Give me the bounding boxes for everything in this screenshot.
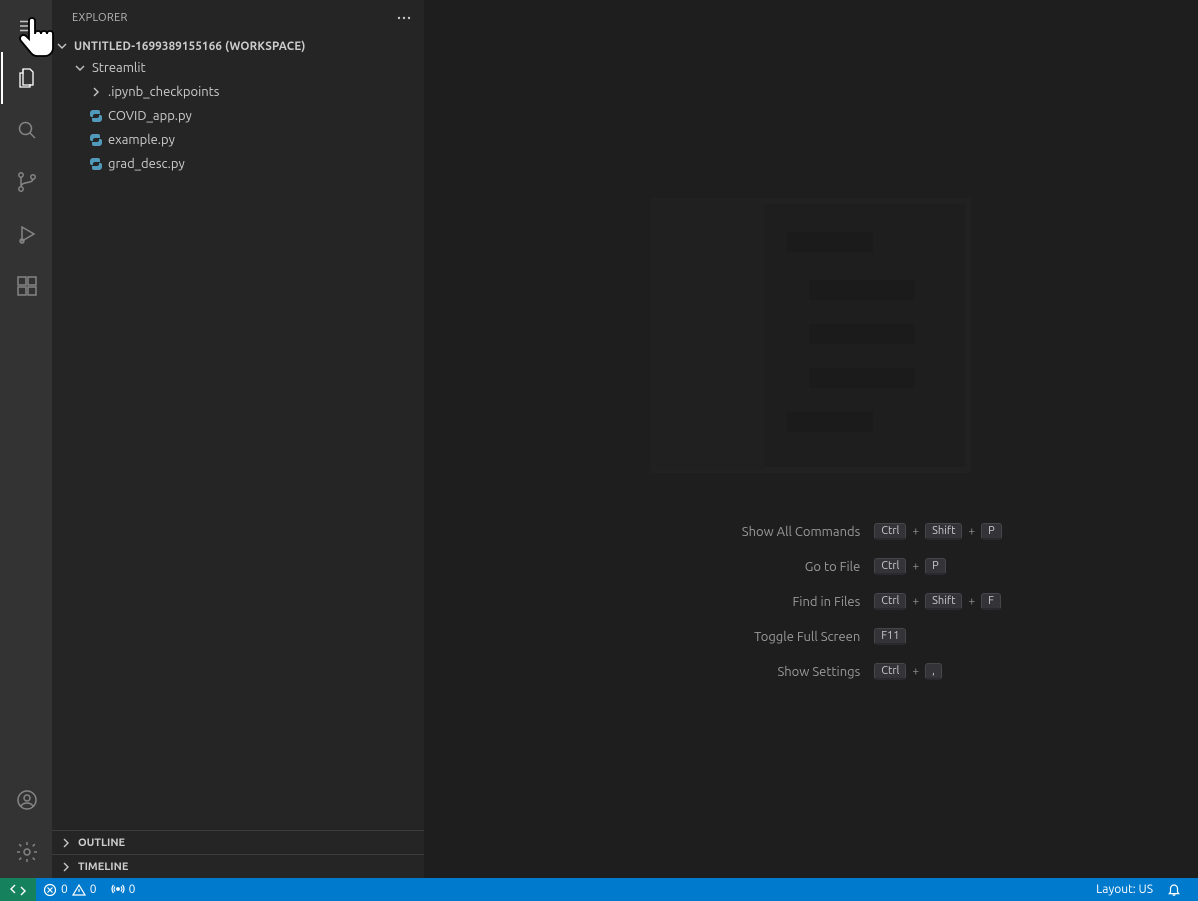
shortcut-keys: F11: [874, 628, 906, 645]
workspace-suffix: (WORKSPACE): [225, 40, 306, 53]
layout-label: Layout: US: [1096, 883, 1153, 896]
error-count: 0: [61, 883, 68, 896]
ports-status[interactable]: 0: [104, 878, 143, 901]
folder-label: Streamlit: [92, 61, 146, 75]
problems-status[interactable]: 0 0: [36, 878, 104, 901]
shortcut-keys: Ctrl+,: [874, 663, 942, 680]
keyboard-layout-status[interactable]: Layout: US: [1089, 883, 1160, 896]
chevron-right-icon: [58, 835, 74, 851]
timeline-label: TIMELINE: [78, 861, 128, 873]
gear-icon: [15, 840, 39, 864]
python-file-icon: [88, 156, 104, 172]
shortcut-row: Find in Files Ctrl+Shift+F: [620, 593, 1002, 610]
branch-icon: [15, 170, 39, 194]
file-row[interactable]: grad_desc.py: [52, 152, 424, 176]
chevron-down-icon: [72, 60, 88, 76]
sidebar-title: EXPLORER: [72, 12, 128, 24]
bell-icon: [1167, 883, 1181, 897]
editor-area: Show All Commands Ctrl+Shift+P Go to File C…: [424, 0, 1198, 878]
keycap: ,: [925, 663, 942, 680]
shortcut-list: Show All Commands Ctrl+Shift+P Go to File C…: [620, 523, 1002, 680]
notifications-button[interactable]: [1160, 883, 1188, 897]
folder-label: .ipynb_checkpoints: [108, 85, 219, 99]
settings-gear-button[interactable]: [1, 826, 53, 878]
shortcut-keys: Ctrl+Shift+F: [874, 593, 1001, 610]
shortcut-keys: Ctrl+P: [874, 558, 945, 575]
shortcut-row: Show All Commands Ctrl+Shift+P: [620, 523, 1002, 540]
keycap: F: [981, 593, 1001, 610]
file-label: grad_desc.py: [108, 157, 185, 171]
shortcut-keys: Ctrl+Shift+P: [874, 523, 1002, 540]
accounts-button[interactable]: [1, 774, 53, 826]
keycap: Ctrl: [874, 523, 906, 540]
shortcut-row: Go to File Ctrl+P: [620, 558, 1002, 575]
remote-icon: [10, 882, 26, 898]
activity-search[interactable]: [1, 104, 53, 156]
keycap: Shift: [925, 523, 962, 540]
shortcut-label: Go to File: [620, 560, 860, 574]
menu-button[interactable]: [1, 0, 53, 52]
remote-indicator[interactable]: [0, 878, 36, 901]
python-file-icon: [88, 132, 104, 148]
file-label: example.py: [108, 133, 175, 147]
radio-tower-icon: [111, 883, 125, 897]
file-row[interactable]: COVID_app.py: [52, 104, 424, 128]
extensions-icon: [15, 274, 39, 298]
error-icon: [43, 883, 57, 897]
activity-bar: [0, 0, 52, 878]
shortcut-label: Find in Files: [620, 595, 860, 609]
folder-row[interactable]: .ipynb_checkpoints: [52, 80, 424, 104]
file-label: COVID_app.py: [108, 109, 192, 123]
file-watermark-icon: [651, 198, 971, 473]
sidebar-header: EXPLORER: [52, 0, 424, 36]
files-icon: [15, 66, 39, 90]
status-bar: 0 0 0 Layout: US: [0, 878, 1198, 901]
keycap: Shift: [925, 593, 962, 610]
account-icon: [15, 788, 39, 812]
hamburger-icon: [18, 17, 36, 35]
shortcut-label: Show All Commands: [620, 525, 860, 539]
explorer-sidebar: EXPLORER UNTITLED-1699389155166 (WORKSPA…: [52, 0, 424, 878]
activity-extensions[interactable]: [1, 260, 53, 312]
activity-source-control[interactable]: [1, 156, 53, 208]
keycap: Ctrl: [874, 593, 906, 610]
warning-icon: [72, 883, 86, 897]
keycap: P: [981, 523, 1002, 540]
activity-explorer[interactable]: [1, 52, 53, 104]
keycap: Ctrl: [874, 558, 906, 575]
debug-icon: [15, 222, 39, 246]
shortcut-row: Toggle Full Screen F11: [620, 628, 1002, 645]
timeline-section[interactable]: TIMELINE: [52, 854, 424, 878]
file-row[interactable]: example.py: [52, 128, 424, 152]
warning-count: 0: [90, 883, 97, 896]
python-file-icon: [88, 108, 104, 124]
chevron-right-icon: [88, 84, 104, 100]
chevron-right-icon: [58, 859, 74, 875]
ports-count: 0: [129, 883, 136, 896]
sidebar-more-actions[interactable]: [396, 10, 412, 26]
shortcut-row: Show Settings Ctrl+,: [620, 663, 1002, 680]
editor-watermark: [651, 198, 971, 473]
outline-section[interactable]: OUTLINE: [52, 830, 424, 854]
workspace-header[interactable]: UNTITLED-1699389155166 (WORKSPACE): [52, 36, 424, 56]
search-icon: [15, 118, 39, 142]
chevron-down-icon: [54, 38, 70, 54]
keycap: P: [925, 558, 946, 575]
outline-label: OUTLINE: [78, 837, 125, 849]
shortcut-label: Toggle Full Screen: [620, 630, 860, 644]
folder-row-root[interactable]: Streamlit: [52, 56, 424, 80]
keycap: F11: [874, 628, 906, 645]
activity-run-debug[interactable]: [1, 208, 53, 260]
keycap: Ctrl: [874, 663, 906, 680]
shortcut-label: Show Settings: [620, 665, 860, 679]
workspace-name: UNTITLED-1699389155166: [74, 40, 222, 53]
ellipsis-icon: [396, 10, 412, 26]
